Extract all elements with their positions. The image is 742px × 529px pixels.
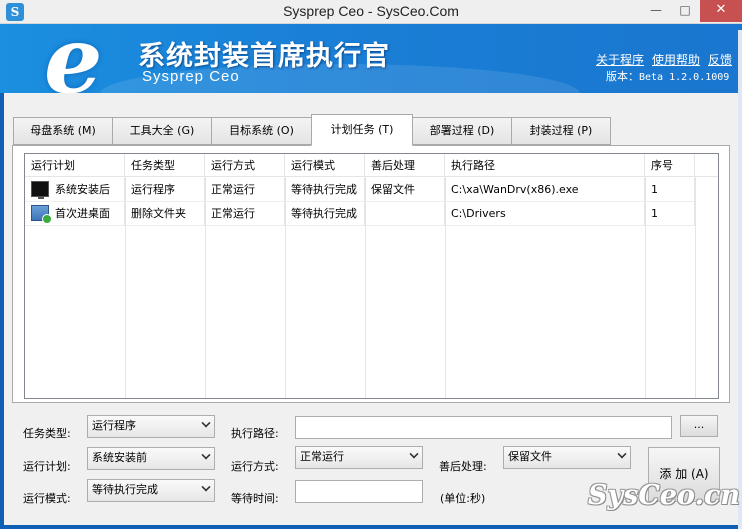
desktop-icon xyxy=(31,205,52,224)
logo-e-icon: e xyxy=(44,24,103,93)
column-header-run-mode[interactable]: 运行模式 xyxy=(285,154,365,176)
cell-exec-path: C:\Drivers xyxy=(445,202,645,226)
cell-run-mode: 等待执行完成 xyxy=(285,202,365,226)
tab-scheduled-tasks[interactable]: 计划任务 (T) xyxy=(311,114,413,146)
task-type-select[interactable]: 运行程序 xyxy=(87,415,215,438)
window-title: Sysprep Ceo - SysCeo.Com xyxy=(283,3,459,19)
exec-path-label: 执行路径: xyxy=(231,427,279,440)
column-header-run-plan[interactable]: 运行计划 xyxy=(25,154,125,176)
column-header-seq[interactable]: 序号 xyxy=(645,154,695,176)
cell-seq: 1 xyxy=(645,202,695,226)
unit-seconds-label: (单位:秒) xyxy=(440,492,486,505)
chevron-down-icon xyxy=(201,482,211,492)
cell-run-plan: 系统安装后 xyxy=(25,178,125,202)
cell-exec-path: C:\xa\WanDrv(x86).exe xyxy=(445,178,645,202)
cell-task-type: 删除文件夹 xyxy=(125,202,205,226)
after-handling-label: 善后处理: xyxy=(439,460,487,473)
wait-time-label: 等待时间: xyxy=(231,492,279,505)
after-handling-value: 保留文件 xyxy=(508,450,552,463)
tab-tools[interactable]: 工具大全 (G) xyxy=(112,117,212,145)
help-link[interactable]: 使用帮助 xyxy=(652,51,700,68)
exec-path-input[interactable] xyxy=(295,416,672,439)
about-link[interactable]: 关于程序 xyxy=(596,51,644,68)
run-plan-value: 系统安装前 xyxy=(92,451,147,464)
banner-subtitle: Sysprep Ceo xyxy=(142,68,240,85)
close-button[interactable]: ✕ xyxy=(700,0,742,22)
run-method-label: 运行方式: xyxy=(231,460,279,473)
run-mode-value: 等待执行完成 xyxy=(92,483,158,496)
column-header-run-method[interactable]: 运行方式 xyxy=(205,154,285,176)
tab-target-system[interactable]: 目标系统 (O) xyxy=(211,117,312,145)
cell-seq: 1 xyxy=(645,178,695,202)
after-handling-select[interactable]: 保留文件 xyxy=(503,446,631,469)
chevron-down-icon xyxy=(201,450,211,460)
chevron-down-icon xyxy=(201,418,211,428)
task-list[interactable]: 运行计划 任务类型 运行方式 运行模式 善后处理 执行路径 序号 系统安装后 运… xyxy=(24,153,719,399)
cell-after-handling xyxy=(365,202,445,226)
task-type-value: 运行程序 xyxy=(92,419,136,432)
grid-header-row: 运行计划 任务类型 运行方式 运行模式 善后处理 执行路径 序号 xyxy=(25,154,718,177)
main-panel: 母盘系统 (M) 工具大全 (G) 目标系统 (O) 计划任务 (T) 部署过程… xyxy=(4,93,738,525)
run-plan-select[interactable]: 系统安装前 xyxy=(87,447,215,470)
run-method-select[interactable]: 正常运行 xyxy=(295,446,423,469)
column-header-exec-path[interactable]: 执行路径 xyxy=(445,154,645,176)
minimize-button[interactable]: — xyxy=(642,0,670,22)
run-mode-label: 运行模式: xyxy=(23,492,71,505)
cell-after-handling: 保留文件 xyxy=(365,178,445,202)
tab-deploy-process[interactable]: 部署过程 (D) xyxy=(412,117,512,145)
tab-sysprep-process[interactable]: 封装过程 (P) xyxy=(511,117,611,145)
table-row[interactable]: 系统安装后 运行程序 正常运行 等待执行完成 保留文件 C:\xa\WanDrv… xyxy=(25,178,718,202)
task-type-label: 任务类型: xyxy=(23,427,71,440)
chevron-down-icon xyxy=(617,449,627,459)
monitor-icon xyxy=(31,181,49,199)
badge-icon xyxy=(42,214,52,224)
maximize-button[interactable]: □ xyxy=(671,0,699,22)
chevron-down-icon xyxy=(409,449,419,459)
run-mode-select[interactable]: 等待执行完成 xyxy=(87,479,215,502)
version-label: 版本： xyxy=(606,70,639,83)
cell-task-type: 运行程序 xyxy=(125,178,205,202)
cell-run-plan-text: 系统安装后 xyxy=(55,183,110,196)
cell-run-plan-text: 首次进桌面 xyxy=(55,207,110,220)
wait-time-input[interactable] xyxy=(295,480,423,503)
table-row[interactable]: 首次进桌面 删除文件夹 正常运行 等待执行完成 C:\Drivers 1 xyxy=(25,202,718,226)
version-info: 版本：Beta 1.2.0.1009 xyxy=(606,68,729,84)
cell-run-mode: 等待执行完成 xyxy=(285,178,365,202)
watermark-logo: SysCeo.cn xyxy=(588,480,741,511)
feedback-link[interactable]: 反馈 xyxy=(708,51,732,68)
browse-button[interactable]: ... xyxy=(680,415,718,437)
tab-panel-scheduled-tasks: 运行计划 任务类型 运行方式 运行模式 善后处理 执行路径 序号 系统安装后 运… xyxy=(12,145,730,403)
run-method-value: 正常运行 xyxy=(300,450,344,463)
tab-mother-system[interactable]: 母盘系统 (M) xyxy=(13,117,113,145)
cell-run-method: 正常运行 xyxy=(205,202,285,226)
run-plan-label: 运行计划: xyxy=(23,460,71,473)
right-edge-strip xyxy=(738,30,742,529)
cell-run-method: 正常运行 xyxy=(205,178,285,202)
column-header-task-type[interactable]: 任务类型 xyxy=(125,154,205,176)
window-titlebar: S Sysprep Ceo - SysCeo.Com — □ ✕ xyxy=(0,0,742,24)
column-header-after-handling[interactable]: 善后处理 xyxy=(365,154,445,176)
cell-run-plan: 首次进桌面 xyxy=(25,202,125,226)
version-value: Beta 1.2.0.1009 xyxy=(639,72,730,83)
app-banner: e 系统封装首席执行官 Sysprep Ceo 关于程序 使用帮助 反馈 版本：… xyxy=(0,24,742,93)
